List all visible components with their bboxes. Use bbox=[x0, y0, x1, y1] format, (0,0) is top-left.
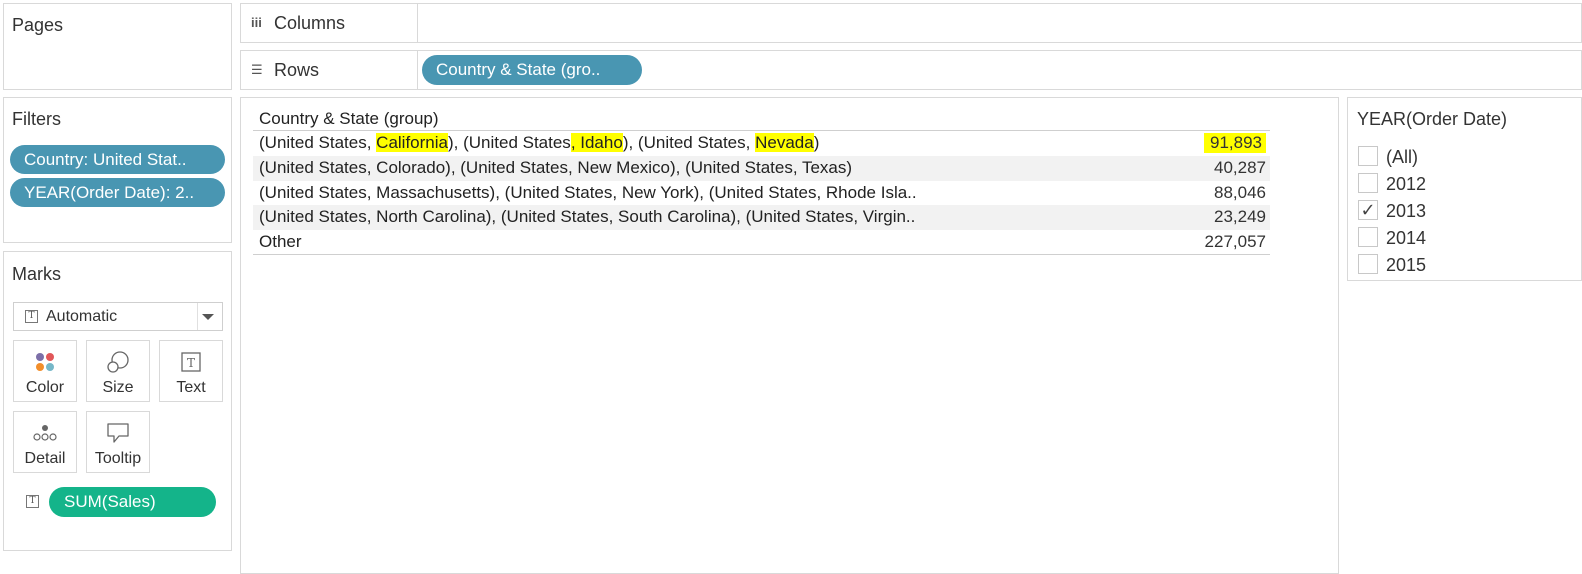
marks-pill-sum-sales[interactable]: SUM(Sales) bbox=[49, 487, 216, 517]
mark-type-label: Automatic bbox=[46, 308, 118, 325]
row-value[interactable]: 227,057 bbox=[1205, 232, 1266, 252]
filters-card[interactable]: Filters Country: United Stat.. YEAR(Orde… bbox=[3, 97, 232, 243]
columns-shelf[interactable]: iii Columns bbox=[240, 3, 1582, 43]
pages-card[interactable]: Pages bbox=[3, 3, 232, 90]
row-value[interactable]: 91,893 bbox=[1204, 133, 1266, 153]
label-part: ), (United States, bbox=[622, 133, 756, 152]
color-dots-icon bbox=[14, 350, 76, 374]
speech-bubble-icon bbox=[87, 421, 149, 445]
rows-shelf[interactable]: ☰ Rows Country & State (gro.. bbox=[240, 50, 1582, 90]
color-button-label: Color bbox=[25, 379, 65, 396]
label-part: (United States, bbox=[259, 133, 377, 152]
table-row[interactable]: (United States, North Carolina), (United… bbox=[253, 205, 1270, 230]
marks-card: Marks T Automatic Color Size T Text Deta… bbox=[3, 251, 232, 551]
text-button-label: Text bbox=[176, 379, 206, 396]
columns-label: Columns bbox=[274, 13, 346, 33]
pages-title: Pages bbox=[12, 15, 64, 35]
dropdown-divider bbox=[197, 303, 198, 330]
highlighted-text: California bbox=[376, 133, 448, 152]
checkmark-icon: ✓ bbox=[1360, 200, 1376, 220]
marks-title: Marks bbox=[12, 264, 61, 284]
rows-shelf-header: ☰ Rows bbox=[241, 51, 418, 89]
checkbox[interactable] bbox=[1358, 173, 1378, 193]
detail-dots-icon bbox=[14, 421, 76, 445]
text-encoding-icon: T bbox=[26, 495, 39, 508]
row-label[interactable]: Other bbox=[259, 232, 302, 252]
detail-button[interactable]: Detail bbox=[13, 411, 77, 473]
size-button[interactable]: Size bbox=[86, 340, 150, 402]
text-t-icon: T bbox=[160, 350, 222, 374]
rows-icon: ☰ bbox=[251, 62, 263, 77]
table-row[interactable]: (United States, Colorado), (United State… bbox=[253, 156, 1270, 181]
mark-type-dropdown[interactable]: T Automatic bbox=[13, 302, 223, 331]
size-circles-icon bbox=[87, 350, 149, 374]
table-row[interactable]: (United States, California), (United Sta… bbox=[253, 131, 1270, 156]
checkbox[interactable] bbox=[1358, 227, 1378, 247]
option-label: (All) bbox=[1386, 147, 1418, 167]
size-button-label: Size bbox=[102, 379, 134, 396]
row-label[interactable]: (United States, Colorado), (United State… bbox=[259, 158, 852, 178]
option-label: 2014 bbox=[1386, 228, 1427, 248]
view-area[interactable]: Country & State (group) (United States, … bbox=[240, 97, 1339, 574]
columns-icon: iii bbox=[251, 15, 262, 30]
text-mark-icon: T bbox=[25, 310, 38, 323]
row-value[interactable]: 23,249 bbox=[1214, 207, 1266, 227]
checkbox-checked[interactable]: ✓ bbox=[1358, 200, 1378, 220]
svg-text:T: T bbox=[187, 356, 195, 370]
table-row[interactable]: (United States, Massachusetts), (United … bbox=[253, 181, 1270, 206]
columns-shelf-header: iii Columns bbox=[241, 4, 418, 42]
row-value[interactable]: 40,287 bbox=[1214, 158, 1266, 178]
table-bottom-divider bbox=[253, 254, 1270, 255]
row-label[interactable]: (United States, Massachusetts), (United … bbox=[259, 183, 917, 203]
table-row[interactable]: Other 227,057 bbox=[253, 230, 1270, 255]
text-button[interactable]: T Text bbox=[159, 340, 223, 402]
filter-pill-country[interactable]: Country: United Stat.. bbox=[10, 145, 225, 174]
checkbox[interactable] bbox=[1358, 254, 1378, 274]
row-label[interactable]: (United States, California), (United Sta… bbox=[259, 133, 819, 153]
detail-button-label: Detail bbox=[24, 450, 66, 467]
tooltip-button[interactable]: Tooltip bbox=[86, 411, 150, 473]
tooltip-button-label: Tooltip bbox=[94, 450, 142, 467]
label-part: ), (United States bbox=[447, 133, 571, 152]
checkbox[interactable] bbox=[1358, 146, 1378, 166]
highlighted-text: Nevada bbox=[755, 133, 814, 152]
filter-pill-year[interactable]: YEAR(Order Date): 2.. bbox=[10, 178, 225, 207]
highlighted-text: , Idaho bbox=[570, 133, 623, 152]
row-label[interactable]: (United States, North Carolina), (United… bbox=[259, 207, 915, 227]
color-button[interactable]: Color bbox=[13, 340, 77, 402]
row-value[interactable]: 88,046 bbox=[1214, 183, 1266, 203]
option-label: 2013 bbox=[1386, 201, 1427, 221]
rows-pill-country-state[interactable]: Country & State (gro.. bbox=[422, 55, 642, 85]
label-part: ) bbox=[813, 133, 820, 152]
option-label: 2015 bbox=[1386, 255, 1427, 275]
chevron-down-icon[interactable] bbox=[202, 314, 214, 320]
filters-title: Filters bbox=[12, 109, 61, 129]
column-header[interactable]: Country & State (group) bbox=[259, 109, 439, 129]
year-filter-title: YEAR(Order Date) bbox=[1357, 109, 1508, 129]
year-filter-card: YEAR(Order Date) (All) 2012 ✓ 2013 2014 … bbox=[1347, 97, 1582, 281]
option-label: 2012 bbox=[1386, 174, 1427, 194]
rows-label: Rows bbox=[274, 60, 320, 80]
